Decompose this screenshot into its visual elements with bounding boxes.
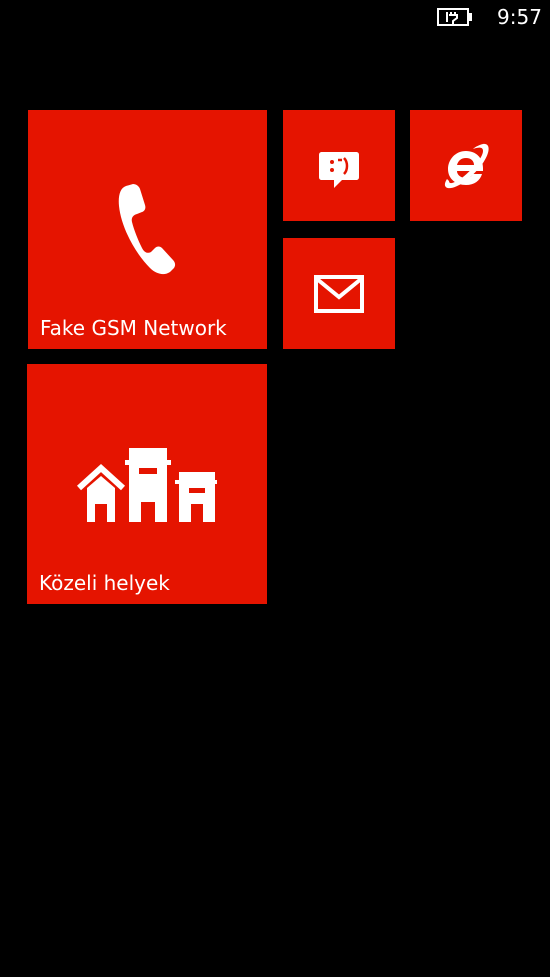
- tile-messaging[interactable]: [283, 110, 395, 221]
- tile-local-places[interactable]: Közeli helyek: [27, 364, 267, 604]
- tile-local-places-label: Közeli helyek: [39, 571, 170, 595]
- places-icon: [77, 448, 217, 522]
- battery-charging-icon: [437, 8, 472, 26]
- clock: 9:57: [497, 5, 542, 29]
- tile-phone-label: Fake GSM Network: [40, 316, 227, 340]
- internet-explorer-icon: [444, 143, 489, 189]
- phone-icon: [118, 184, 176, 275]
- mail-icon: [314, 275, 364, 313]
- start-screen: 9:57 Fake GSM Network Közeli helyek: [0, 0, 550, 977]
- tile-internet-explorer[interactable]: [410, 110, 522, 221]
- status-bar: 9:57: [0, 0, 550, 36]
- tile-mail[interactable]: [283, 238, 395, 349]
- messaging-icon: [319, 152, 359, 188]
- tile-phone[interactable]: Fake GSM Network: [28, 110, 267, 349]
